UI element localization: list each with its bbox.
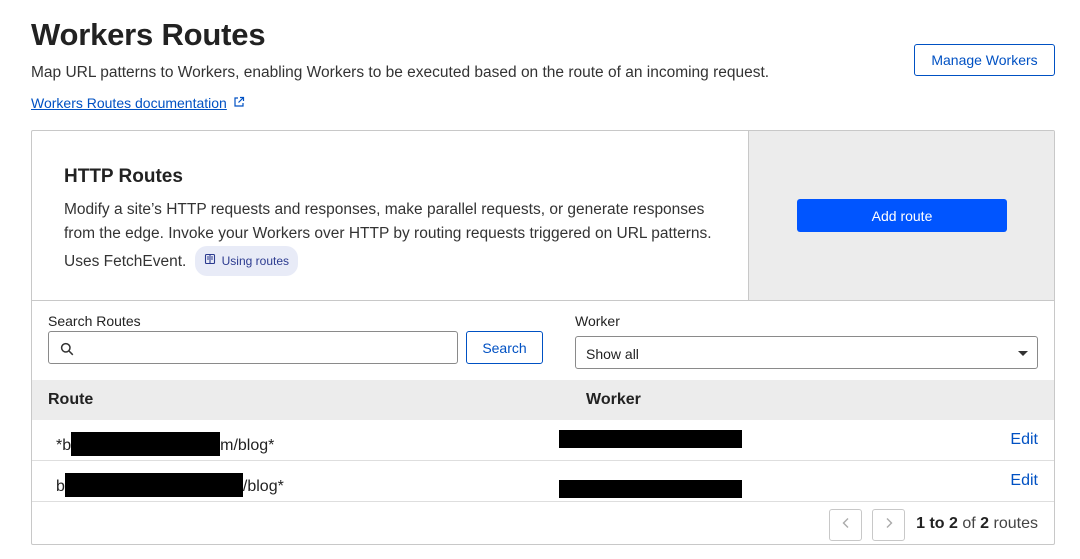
search-routes-field[interactable] — [48, 331, 458, 364]
column-header-worker: Worker — [586, 391, 641, 408]
using-routes-pill[interactable]: Using routes — [194, 246, 299, 276]
http-routes-description-text: Modify a site’s HTTP requests and respon… — [64, 201, 712, 270]
edit-link[interactable]: Edit — [1010, 431, 1038, 449]
search-routes-label: Search Routes — [48, 313, 141, 329]
table-header: Route Worker — [32, 380, 1054, 420]
caret-down-icon — [1018, 351, 1028, 356]
manage-workers-button[interactable]: Manage Workers — [914, 44, 1055, 76]
routes-card: HTTP Routes Modify a site’s HTTP request… — [31, 130, 1055, 545]
route-cell: b/blog* — [56, 473, 284, 497]
redacted-block — [559, 480, 742, 498]
search-button[interactable]: Search — [466, 331, 543, 364]
table-row: b/blog* Edit — [32, 461, 1054, 502]
page-range-start: 1 — [916, 515, 925, 532]
chevron-right-icon — [883, 516, 895, 534]
route-prefix: b — [56, 478, 65, 495]
using-routes-label: Using routes — [221, 254, 290, 268]
page-of-label: of — [962, 515, 976, 532]
worker-filter-select[interactable]: Show all — [575, 336, 1038, 369]
table-row: *b m/blog* Edit — [32, 420, 1054, 461]
docs-link-label: Workers Routes documentation — [31, 95, 227, 111]
next-page-button[interactable] — [872, 509, 905, 541]
page-total: 2 — [980, 515, 990, 532]
http-routes-title: HTTP Routes — [64, 166, 183, 187]
page-range-end: 2 — [949, 515, 958, 532]
route-cell: *b m/blog* — [56, 432, 274, 456]
route-suffix: m/blog* — [220, 437, 275, 454]
chevron-left-icon — [840, 516, 852, 534]
page-unit-label: routes — [993, 515, 1038, 532]
book-icon — [204, 249, 216, 273]
edit-link[interactable]: Edit — [1010, 472, 1038, 490]
http-routes-description: Modify a site’s HTTP requests and respon… — [64, 198, 714, 276]
redacted-block — [559, 430, 742, 448]
page-subtitle: Map URL patterns to Workers, enabling Wo… — [31, 64, 770, 81]
add-route-button[interactable]: Add route — [797, 199, 1007, 232]
route-prefix: *b — [56, 437, 72, 454]
redacted-block — [64, 473, 243, 497]
external-link-icon — [233, 95, 245, 111]
page-range-to: to — [929, 515, 945, 532]
worker-cell — [559, 430, 742, 448]
redacted-block — [71, 432, 221, 456]
route-suffix: /blog* — [242, 478, 284, 495]
search-routes-input[interactable] — [83, 332, 453, 363]
worker-cell — [559, 480, 742, 498]
http-routes-info: HTTP Routes Modify a site’s HTTP request… — [32, 131, 748, 300]
previous-page-button[interactable] — [829, 509, 862, 541]
worker-filter-label: Worker — [575, 313, 620, 329]
column-header-route: Route — [48, 391, 94, 408]
add-route-panel: Add route — [748, 131, 1054, 300]
http-routes-section: HTTP Routes Modify a site’s HTTP request… — [32, 131, 1054, 301]
worker-filter-value: Show all — [586, 346, 639, 362]
page-title: Workers Routes — [31, 17, 266, 52]
pagination-summary: 1 to 2 of 2 routes — [916, 515, 1038, 533]
docs-link[interactable]: Workers Routes documentation — [31, 95, 245, 111]
